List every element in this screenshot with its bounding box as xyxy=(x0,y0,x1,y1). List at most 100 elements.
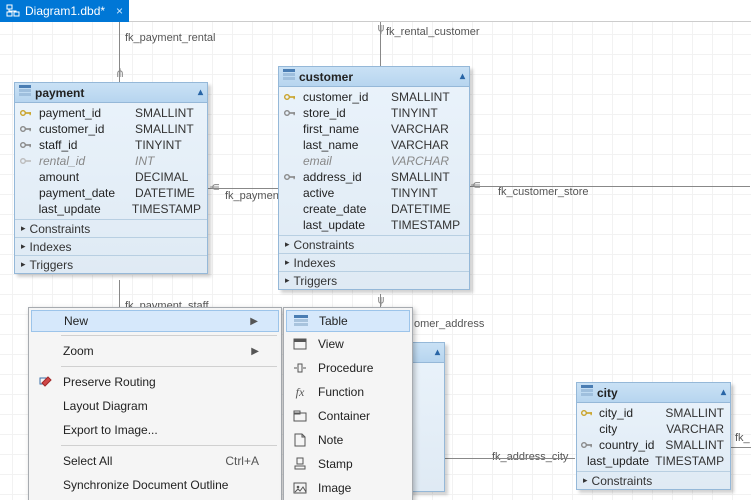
crowfoot-icon: ⋔ xyxy=(208,180,222,194)
expand-icon: ▸ xyxy=(21,223,26,234)
column-name: customer_id xyxy=(303,90,385,104)
submenu-item-procedure[interactable]: Procedure xyxy=(286,356,410,380)
table-row: activeTINYINT xyxy=(279,185,469,201)
table-icon xyxy=(19,85,31,100)
column-name: email xyxy=(303,154,385,168)
column-name: amount xyxy=(39,170,129,184)
table-icon xyxy=(581,385,593,400)
menu-item-new[interactable]: New▶ xyxy=(31,310,279,332)
menu-separator xyxy=(61,366,277,367)
entity-city[interactable]: city ▴ city_idSMALLINTcityVARCHARcountry… xyxy=(576,382,731,490)
column-name: create_date xyxy=(303,202,385,216)
tab-bar: Diagram1.dbd* × xyxy=(0,0,751,22)
submenu-item-table[interactable]: Table xyxy=(286,310,410,332)
collapse-icon[interactable]: ▴ xyxy=(435,347,440,358)
pk-key-icon xyxy=(19,108,33,118)
func-icon: fx xyxy=(290,385,310,400)
view-icon xyxy=(290,338,310,350)
column-name: address_id xyxy=(303,170,385,184)
entity-section[interactable]: ▸Triggers xyxy=(15,255,207,273)
column-name: last_update xyxy=(587,454,649,468)
entity-title: customer xyxy=(299,70,353,84)
column-type: SMALLINT xyxy=(665,406,724,420)
menu-item-layout-diagram[interactable]: Layout Diagram xyxy=(31,394,279,418)
erd-canvas[interactable]: ⋔ fk_payment_rental ⋔ fk_rental_customer… xyxy=(0,22,751,500)
entity-title: payment xyxy=(35,86,84,100)
table-row: customer_idSMALLINT xyxy=(279,89,469,105)
container-icon xyxy=(290,410,310,422)
section-label: Constraints xyxy=(592,474,653,488)
entity-section[interactable]: ▸ Constraints xyxy=(577,471,730,489)
menu-item-select-all[interactable]: Select AllCtrl+A xyxy=(31,449,279,473)
fk-label: omer_address xyxy=(414,318,484,330)
table-row: amountDECIMAL xyxy=(15,169,207,185)
entity-customer[interactable]: customer ▴ customer_idSMALLINTstore_idTI… xyxy=(278,66,470,290)
submenu-item-container[interactable]: Container xyxy=(286,404,410,428)
menu-label: Function xyxy=(318,385,364,399)
table-icon xyxy=(283,69,295,84)
crowfoot-icon: ⋔ xyxy=(113,66,127,80)
entity-section[interactable]: ▸Constraints xyxy=(279,235,469,253)
menu-label: Container xyxy=(318,409,370,423)
column-type: SMALLINT xyxy=(135,106,194,120)
relation-line xyxy=(445,458,575,459)
entity-header[interactable]: city ▴ xyxy=(577,383,730,403)
column-type: VARCHAR xyxy=(391,154,449,168)
menu-label: Synchronize Document Outline xyxy=(63,478,228,492)
close-icon[interactable]: × xyxy=(116,4,123,18)
fk-key-icon xyxy=(19,124,33,134)
column-type: TINYINT xyxy=(391,106,438,120)
expand-icon: ▸ xyxy=(285,257,290,268)
column-name: last_update xyxy=(39,202,126,216)
submenu-item-function[interactable]: fx Function xyxy=(286,380,410,404)
table-row: rental_idINT xyxy=(15,153,207,169)
submenu-arrow-icon: ▶ xyxy=(251,346,259,357)
entity-section[interactable]: ▸Indexes xyxy=(15,237,207,255)
fk-label: fk_address_city xyxy=(492,451,568,463)
menu-item-export-to-image-[interactable]: Export to Image... xyxy=(31,418,279,442)
menu-item-preserve-routing[interactable]: Preserve Routing xyxy=(31,370,279,394)
submenu-item-image[interactable]: Image xyxy=(286,476,410,500)
table-row: last_nameVARCHAR xyxy=(279,137,469,153)
column-name: first_name xyxy=(303,122,385,136)
column-type: VARCHAR xyxy=(391,138,449,152)
column-type: TINYINT xyxy=(135,138,182,152)
entity-header[interactable]: payment ▴ xyxy=(15,83,207,103)
expand-icon: ▸ xyxy=(583,475,588,486)
entity-header[interactable]: customer ▴ xyxy=(279,67,469,87)
relation-line xyxy=(730,447,751,448)
image-icon xyxy=(290,482,310,494)
section-label: Constraints xyxy=(30,222,91,236)
submenu-item-view[interactable]: View xyxy=(286,332,410,356)
menu-label: Layout Diagram xyxy=(63,399,148,413)
submenu-arrow-icon: ▶ xyxy=(250,316,258,327)
menu-item-synchronize-document-outline[interactable]: Synchronize Document Outline xyxy=(31,473,279,497)
collapse-icon[interactable]: ▴ xyxy=(460,71,465,82)
menu-item-zoom[interactable]: Zoom▶ xyxy=(31,339,279,363)
entity-section[interactable]: ▸Triggers xyxy=(279,271,469,289)
entity-payment[interactable]: payment ▴ payment_idSMALLINTcustomer_idS… xyxy=(14,82,208,274)
submenu-item-note[interactable]: Note xyxy=(286,428,410,452)
crowfoot-icon: ⋔ xyxy=(469,178,483,192)
section-label: Constraints xyxy=(294,238,355,252)
collapse-icon[interactable]: ▴ xyxy=(198,87,203,98)
entity-section[interactable]: ▸ Constraints xyxy=(15,219,207,237)
entity-section[interactable]: ▸Indexes xyxy=(279,253,469,271)
file-tab[interactable]: Diagram1.dbd* × xyxy=(0,0,129,22)
table-row: first_nameVARCHAR xyxy=(279,121,469,137)
collapse-icon[interactable]: ▴ xyxy=(721,387,726,398)
fk-label: fk_ xyxy=(735,432,750,444)
table-row: city_idSMALLINT xyxy=(577,405,730,421)
fk-key-icon xyxy=(581,440,593,450)
table-row: staff_idTINYINT xyxy=(15,137,207,153)
crowfoot-icon: ⋔ xyxy=(374,294,388,308)
column-name: payment_date xyxy=(39,186,129,200)
expand-icon: ▸ xyxy=(285,275,290,286)
column-name: rental_id xyxy=(39,154,129,168)
menu-label: Export to Image... xyxy=(63,423,158,437)
column-name: payment_id xyxy=(39,106,129,120)
column-type: SMALLINT xyxy=(665,438,724,452)
table-row: store_idTINYINT xyxy=(279,105,469,121)
diagram-icon xyxy=(6,4,20,18)
submenu-item-stamp[interactable]: Stamp xyxy=(286,452,410,476)
